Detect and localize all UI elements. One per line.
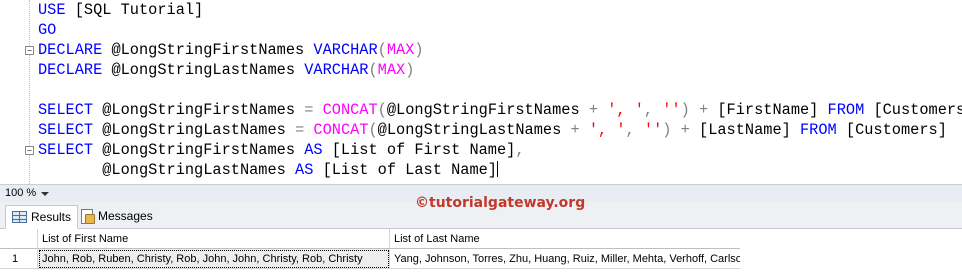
tab-messages-label: Messages (98, 209, 153, 223)
code-token: @LongStringFirstNames (93, 141, 305, 159)
code-token: '' (643, 121, 663, 139)
code-token: [List of Last Name] (313, 161, 497, 179)
row-number-header[interactable] (0, 229, 38, 249)
code-token: = (295, 121, 305, 139)
code-token: ( (377, 41, 387, 59)
cell-last-names[interactable]: Yang, Johnson, Torres, Zhu, Huang, Ruiz,… (390, 249, 740, 269)
code-token: ) (405, 61, 415, 79)
code-token: [List of First Name] (322, 141, 516, 159)
grid-header-row: List of First Name List of Last Name (0, 229, 962, 249)
watermark: ©tutorialgateway.org (415, 195, 586, 211)
code-token: , (515, 141, 525, 159)
code-token: , (643, 101, 654, 119)
code-token: + (570, 121, 580, 139)
tab-results-label: Results (31, 210, 72, 224)
code-token: @LongStringLastNames (377, 121, 571, 139)
code-token: ) (680, 101, 690, 119)
code-token: SELECT (38, 141, 94, 159)
code-token: [Customers] (873, 101, 962, 119)
code-line: SELECT @LongStringFirstNames = CONCAT(@L… (38, 100, 962, 120)
code-token: ) (414, 41, 424, 59)
code-token: @LongStringLastNames (102, 61, 305, 79)
code-line: SELECT @LongStringLastNames = CONCAT(@Lo… (38, 120, 947, 140)
code-token: VARCHAR (304, 61, 369, 79)
code-token: [SQL Tutorial] (65, 1, 204, 19)
tab-results[interactable]: Results (5, 205, 79, 229)
chevron-down-icon (41, 191, 50, 196)
zoom-value: 100 % (5, 187, 37, 199)
code-token: ( (368, 121, 378, 139)
code-token: + (699, 101, 709, 119)
collapse-toggle-select[interactable]: − (25, 146, 34, 155)
code-token: CONCAT (313, 121, 369, 139)
code-token: CONCAT (322, 101, 378, 119)
code-token: FROM (827, 101, 865, 119)
code-token: [LastName] (689, 121, 800, 139)
code-token: DECLARE (38, 61, 103, 79)
code-token: @LongStringFirstNames (93, 101, 305, 119)
outline-gutter (29, 0, 31, 184)
code-token: [FirstName] (708, 101, 828, 119)
messages-icon (80, 209, 95, 224)
code-line: DECLARE @LongStringFirstNames VARCHAR(MA… (38, 40, 424, 60)
code-token: ( (377, 101, 387, 119)
results-grid[interactable]: List of First Name List of Last Name 1 J… (0, 229, 962, 278)
code-token: @LongStringFirstNames (102, 41, 314, 59)
code-line: SELECT @LongStringFirstNames AS [List of… (38, 140, 525, 160)
code-token: , (625, 121, 635, 139)
text-caret (496, 161, 498, 177)
column-header-last-name[interactable]: List of Last Name (390, 229, 740, 249)
code-token: FROM (800, 121, 837, 139)
code-token: @LongStringLastNames (93, 121, 296, 139)
sql-editor[interactable]: − − USE [SQL Tutorial] GO DECLARE @LongStr… (0, 0, 962, 184)
code-token: [Customers] (836, 121, 947, 139)
code-token: @LongStringFirstNames (386, 101, 589, 119)
code-token: ', ' (607, 101, 644, 119)
table-row: 1 John, Rob, Ruben, Christy, Rob, John, … (0, 249, 962, 269)
code-token: USE (38, 1, 66, 19)
code-token: + (588, 101, 598, 119)
code-token: DECLARE (38, 41, 103, 59)
code-token: MAX (377, 61, 406, 79)
code-token: ', ' (588, 121, 626, 139)
code-token: SELECT (38, 121, 94, 139)
collapse-toggle-declare[interactable]: − (25, 46, 34, 55)
code-token: AS (295, 161, 314, 179)
code-token: + (680, 121, 690, 139)
code-token: '' (662, 101, 681, 119)
code-line: @LongStringLastNames AS [List of Last Na… (38, 160, 498, 180)
code-token: @LongStringLastNames (38, 161, 296, 179)
code-line: GO (38, 20, 56, 40)
code-token: MAX (386, 41, 415, 59)
column-header-first-name[interactable]: List of First Name (38, 229, 390, 249)
row-number[interactable]: 1 (0, 249, 38, 269)
zoom-dropdown[interactable]: 100 % (2, 186, 52, 201)
code-token: ( (368, 61, 378, 79)
code-line: USE [SQL Tutorial] (38, 0, 203, 20)
code-line: DECLARE @LongStringLastNames VARCHAR(MAX… (38, 60, 414, 80)
cell-first-names[interactable]: John, Rob, Ruben, Christy, Rob, John, Jo… (38, 249, 390, 269)
code-token: AS (304, 141, 323, 159)
code-token: VARCHAR (313, 41, 378, 59)
tab-messages[interactable]: Messages (74, 205, 159, 227)
grid-icon (12, 211, 27, 223)
code-token: SELECT (38, 101, 94, 119)
code-token: GO (38, 21, 57, 39)
